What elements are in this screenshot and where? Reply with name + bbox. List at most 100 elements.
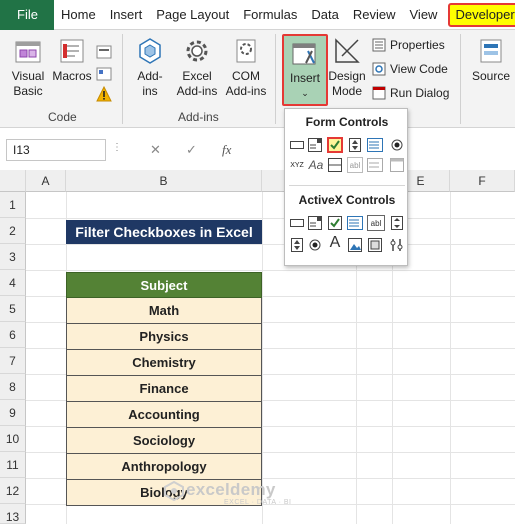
worksheet-grid: A B C D E F 1 2 3 4 5 6 7 8 9 10 11 12 1… xyxy=(0,170,515,524)
activex-controls-title: ActiveX Controls xyxy=(298,193,396,207)
visual-basic-button[interactable]: Visual Basic xyxy=(8,36,48,99)
cancel-icon[interactable]: ✕ xyxy=(150,142,161,158)
tab-page-layout[interactable]: Page Layout xyxy=(149,0,236,30)
properties-button[interactable]: Properties xyxy=(372,38,445,52)
spin-button-control-icon[interactable] xyxy=(347,137,363,153)
row-header-9[interactable]: 9 xyxy=(0,400,26,426)
row-header-11[interactable]: 11 xyxy=(0,452,26,478)
table-row[interactable]: Sociology xyxy=(66,428,262,454)
tab-view[interactable]: View xyxy=(403,0,445,30)
com-add-ins-button[interactable]: COM Add-ins xyxy=(222,36,270,99)
add-ins-label-2: ins xyxy=(142,84,158,98)
enter-icon[interactable]: ✓ xyxy=(186,142,197,158)
tab-developer[interactable]: Developer xyxy=(448,2,515,27)
excel-add-ins-label-1: Excel xyxy=(182,69,212,83)
activex-toggle-button-icon[interactable] xyxy=(367,237,383,253)
table-row[interactable]: Chemistry xyxy=(66,350,262,376)
row-header-8[interactable]: 8 xyxy=(0,374,26,400)
option-button-control-icon[interactable] xyxy=(389,137,405,153)
activex-spin-button-icon[interactable] xyxy=(289,237,305,253)
tab-formulas[interactable]: Formulas xyxy=(236,0,304,30)
row-header-7[interactable]: 7 xyxy=(0,348,26,374)
gear-icon xyxy=(186,40,208,62)
source-button[interactable]: Source xyxy=(470,36,512,84)
select-all-corner[interactable] xyxy=(0,170,26,192)
source-icon xyxy=(480,39,502,63)
gridline xyxy=(450,192,451,524)
macros-button[interactable]: Macros xyxy=(50,36,94,84)
table-row[interactable]: Finance xyxy=(66,376,262,402)
design-mode-label-2: Mode xyxy=(331,84,363,98)
row-header-6[interactable]: 6 xyxy=(0,322,26,348)
text-field-control-icon[interactable]: abl xyxy=(347,157,363,173)
design-mode-icon xyxy=(335,38,360,63)
gridline xyxy=(26,244,515,245)
relative-references-icon[interactable] xyxy=(96,66,112,85)
tab-data[interactable]: Data xyxy=(304,0,345,30)
name-box[interactable]: I13 xyxy=(6,139,106,161)
more-controls-icon[interactable] xyxy=(389,237,405,253)
combo-list-edit-control-icon[interactable] xyxy=(367,157,383,173)
record-macro-icon[interactable] xyxy=(96,44,112,63)
add-ins-label-1: Add- xyxy=(137,69,163,83)
add-ins-button[interactable]: Add- ins xyxy=(132,36,168,99)
activex-text-box-icon[interactable]: abl xyxy=(367,215,385,231)
tab-home[interactable]: Home xyxy=(54,0,103,30)
label-control-icon[interactable]: Aa xyxy=(307,157,325,173)
scroll-bar-control-icon[interactable] xyxy=(327,157,343,173)
column-header-f[interactable]: F xyxy=(450,170,515,192)
hexagon-icon xyxy=(139,38,161,64)
design-mode-button[interactable]: Design Mode xyxy=(328,36,366,99)
tab-file[interactable]: File xyxy=(0,0,54,30)
com-add-ins-label-2: Add-ins xyxy=(225,84,267,98)
activex-scroll-bar-icon[interactable] xyxy=(389,215,405,231)
insert-label: Insert xyxy=(289,71,320,85)
activex-checkbox-icon[interactable] xyxy=(327,215,343,231)
macros-icon xyxy=(60,39,84,63)
tab-review[interactable]: Review xyxy=(346,0,403,30)
button-control-icon[interactable] xyxy=(289,137,305,153)
activex-list-box-icon[interactable] xyxy=(347,215,363,231)
row-header-2[interactable]: 2 xyxy=(0,218,26,244)
run-dialog-button[interactable]: Run Dialog xyxy=(372,86,449,100)
table-row[interactable]: Physics xyxy=(66,324,262,350)
properties-icon xyxy=(372,38,386,52)
table-row[interactable]: Anthropology xyxy=(66,454,262,480)
row-header-10[interactable]: 10 xyxy=(0,426,26,452)
tab-insert[interactable]: Insert xyxy=(103,0,150,30)
checkbox-control-icon[interactable] xyxy=(327,137,343,153)
row-header-12[interactable]: 12 xyxy=(0,478,26,504)
excel-add-ins-button[interactable]: Excel Add-ins xyxy=(172,36,222,99)
insert-controls-button[interactable]: Insert ⌄ xyxy=(282,34,328,106)
sheet-title[interactable]: Filter Checkboxes in Excel xyxy=(66,220,262,244)
row-header-1[interactable]: 1 xyxy=(0,192,26,218)
table-row[interactable]: Accounting xyxy=(66,402,262,428)
design-mode-label-1: Design xyxy=(328,69,366,83)
insert-function-icon[interactable]: fx xyxy=(222,142,231,158)
activex-label-icon[interactable]: A xyxy=(327,234,343,251)
table-header-subject[interactable]: Subject xyxy=(66,272,262,298)
row-header-3[interactable]: 3 xyxy=(0,244,26,270)
list-box-control-icon[interactable] xyxy=(367,137,383,153)
row-header-4[interactable]: 4 xyxy=(0,270,26,296)
group-separator xyxy=(460,34,461,124)
activex-image-icon[interactable] xyxy=(347,237,363,253)
activex-command-button-icon[interactable] xyxy=(289,215,305,231)
row-header-5[interactable]: 5 xyxy=(0,296,26,322)
vertical-dots-icon: ⋮ xyxy=(112,142,122,153)
view-code-button[interactable]: View Code xyxy=(372,62,448,76)
dialog-control-icon[interactable] xyxy=(389,157,405,173)
dropdown-divider xyxy=(289,185,405,186)
activex-option-button-icon[interactable] xyxy=(307,237,323,253)
combo-box-control-icon[interactable] xyxy=(307,137,323,153)
toolbox-icon xyxy=(292,43,316,65)
column-header-a[interactable]: A xyxy=(26,170,66,192)
row-header-13[interactable]: 13 xyxy=(0,504,26,524)
group-box-control-icon[interactable]: XYZ xyxy=(289,157,305,173)
macros-label: Macros xyxy=(52,69,92,83)
gridline xyxy=(26,270,515,271)
activex-combo-box-icon[interactable] xyxy=(307,215,323,231)
table-row[interactable]: Math xyxy=(66,298,262,324)
macro-security-warning-icon[interactable] xyxy=(96,85,112,105)
column-header-b[interactable]: B xyxy=(66,170,262,192)
